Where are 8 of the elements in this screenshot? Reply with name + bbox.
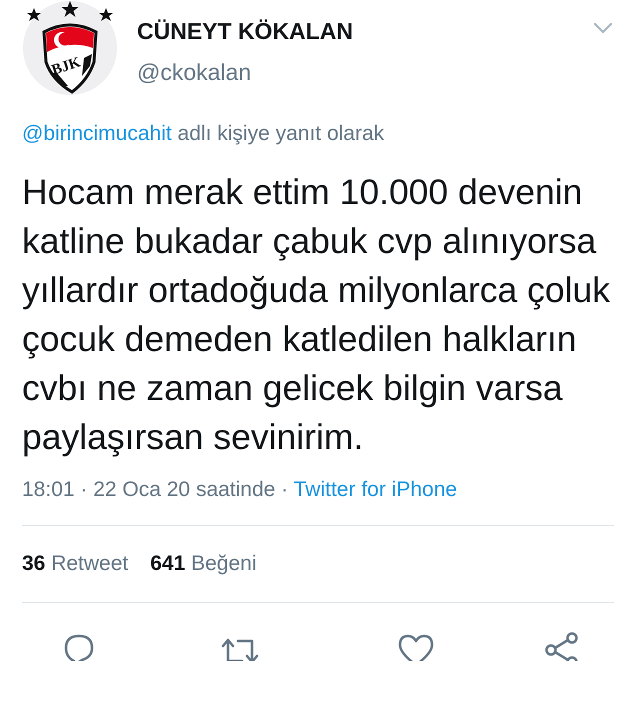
stat-count[interactable]: 641 Beğeni [150,548,257,580]
avatar[interactable]: BJK [22,0,118,96]
author-handle[interactable]: @ckokalan [137,58,353,86]
timestamp: 18:01 · 22 Oca 20 saatinde · [22,478,288,501]
stat-count[interactable]: 36 Retweet [22,548,128,580]
tweet-text: Hocam merak ettim 10.000 devenin katline bukadar çabuk cvp alınıyorsa yıllardır ortadoğuda milyonlarca çoluk çocuk demeden katledilen halkların cvbı ne zaman gelicek bilgin varsa paylaşırsan sevinirim. [22,171,612,459]
author-name[interactable]: CÜNEYT KÖKALAN [137,17,353,45]
reply-context: adlı kişiye yanıt olarak [178,122,384,145]
